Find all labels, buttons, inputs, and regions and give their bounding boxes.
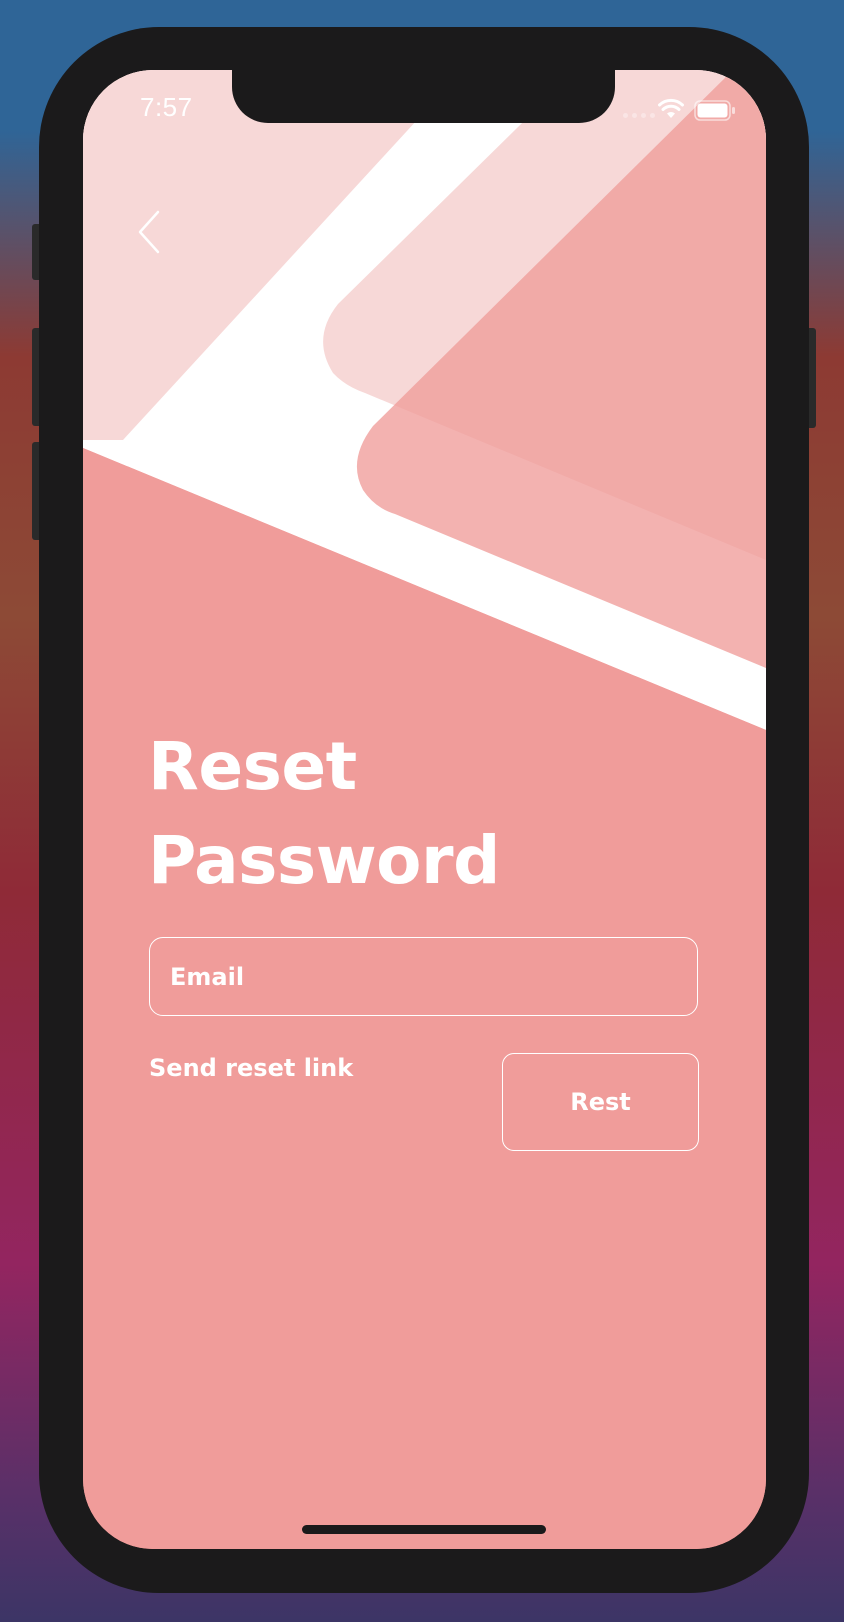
back-chevron-icon[interactable] (134, 208, 164, 256)
wifi-icon (658, 98, 684, 118)
email-field[interactable] (149, 937, 698, 1016)
page-title: Reset Password (148, 720, 500, 908)
send-reset-link-label: Send reset link (149, 1054, 354, 1082)
signal-icon (623, 113, 655, 118)
status-time: 7:57 (140, 92, 193, 122)
home-indicator[interactable] (302, 1525, 546, 1534)
rest-button[interactable]: Rest (502, 1053, 699, 1151)
battery-icon (694, 100, 735, 121)
page-title-line2: Password (148, 822, 500, 899)
device-notch (232, 70, 615, 123)
page-title-line1: Reset (148, 728, 357, 805)
email-input[interactable] (168, 938, 682, 1016)
